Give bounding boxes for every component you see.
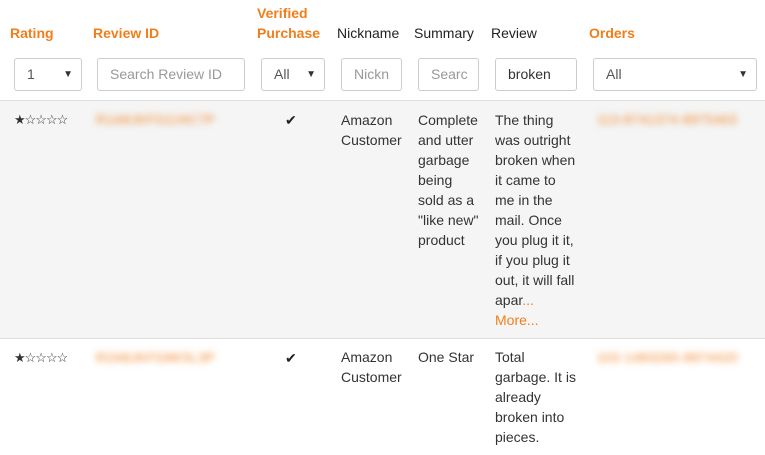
- header-nickname: Nickname: [337, 25, 400, 41]
- rating-filter-value: 1: [27, 66, 35, 82]
- rating-filter-select[interactable]: 1 ▼: [14, 58, 82, 91]
- chevron-down-icon: ▼: [738, 69, 748, 80]
- checkmark-icon: ✔: [285, 112, 297, 128]
- header-verified-purchase[interactable]: Verified Purchase: [257, 3, 320, 43]
- summary-line: sold as a: [418, 192, 475, 208]
- review-line: apar...: [495, 290, 575, 310]
- review-ellipsis: ...: [522, 292, 534, 308]
- header-verified-line1: Verified: [257, 5, 308, 21]
- header-review: Review: [491, 25, 537, 41]
- summary-line: "like new": [418, 212, 479, 228]
- summary-line: One Star: [418, 349, 475, 365]
- header-summary: Summary: [414, 25, 474, 41]
- order-id-link[interactable]: 102-1483265-8974420: [597, 349, 738, 367]
- orders-filter-value: All: [606, 66, 622, 82]
- review-line: Total: [495, 349, 525, 365]
- nickname-cell: Amazon Customer: [341, 347, 402, 387]
- review-line: out, it will fall: [495, 272, 575, 288]
- header-rating[interactable]: Rating: [10, 23, 54, 43]
- header-verified-line2: Purchase: [257, 25, 321, 41]
- order-id-link[interactable]: 113-8741374-8975463: [597, 111, 737, 129]
- review-line: pieces.: [495, 429, 540, 445]
- nickname-search-input[interactable]: Nickn: [341, 58, 402, 91]
- review-line: broken into: [495, 409, 565, 425]
- review-line: if you plug it: [495, 252, 570, 268]
- review-id-link[interactable]: R1A8JKFG2J4C7P: [96, 111, 215, 129]
- nickname-line: Amazon: [341, 349, 393, 365]
- review-search-input[interactable]: broken: [495, 58, 577, 91]
- summary-line: Complete: [418, 112, 478, 128]
- review-line: me in the: [495, 192, 553, 208]
- review-line: The thing: [495, 112, 554, 128]
- review-line: broken when: [495, 152, 576, 168]
- verified-filter-select[interactable]: All ▼: [261, 58, 325, 91]
- orders-filter-select[interactable]: All ▼: [593, 58, 757, 91]
- nickname-line: Amazon: [341, 112, 393, 128]
- review-line: already: [495, 389, 541, 405]
- nickname-line: Customer: [341, 369, 402, 385]
- summary-search-input[interactable]: Searc: [418, 58, 479, 91]
- verified-filter-value: All: [274, 66, 290, 82]
- review-line: was outright: [495, 132, 571, 148]
- review-line: it came to: [495, 172, 556, 188]
- chevron-down-icon: ▼: [306, 69, 316, 80]
- review-id-search-input[interactable]: Search Review ID: [97, 58, 245, 91]
- review-id-link[interactable]: R2A8JKFG8K5L3P: [96, 349, 215, 367]
- nickname-cell: Amazon Customer: [341, 110, 402, 150]
- review-cell: The thing was outright broken when it ca…: [495, 110, 575, 330]
- chevron-down-icon: ▼: [63, 69, 73, 80]
- star-rating: ★☆☆☆☆: [14, 112, 68, 127]
- summary-cell: One Star: [418, 347, 474, 367]
- table-row: ★☆☆☆☆ R1A8JKFG2J4C7P ✔ Amazon Customer C…: [0, 100, 765, 338]
- summary-line: product: [418, 232, 465, 248]
- summary-line: being: [418, 172, 453, 188]
- review-truncated-text: apar: [495, 292, 523, 308]
- review-line: mail. Once: [495, 212, 562, 228]
- summary-cell: Complete and utter garbage being sold as…: [418, 110, 479, 250]
- review-line: you plug it it,: [495, 232, 574, 248]
- summary-line: garbage: [418, 152, 470, 168]
- header-orders[interactable]: Orders: [589, 23, 635, 43]
- review-line: garbage. It is: [495, 369, 576, 385]
- summary-line: and utter: [418, 132, 474, 148]
- header-review-id[interactable]: Review ID: [93, 23, 159, 43]
- checkmark-icon: ✔: [285, 350, 297, 366]
- review-cell: Total garbage. It is already broken into…: [495, 347, 576, 447]
- nickname-line: Customer: [341, 132, 402, 148]
- review-more-link[interactable]: More...: [495, 310, 575, 330]
- star-rating: ★☆☆☆☆: [14, 350, 68, 365]
- table-row: ★☆☆☆☆ R2A8JKFG8K5L3P ✔ Amazon Customer O…: [0, 338, 765, 455]
